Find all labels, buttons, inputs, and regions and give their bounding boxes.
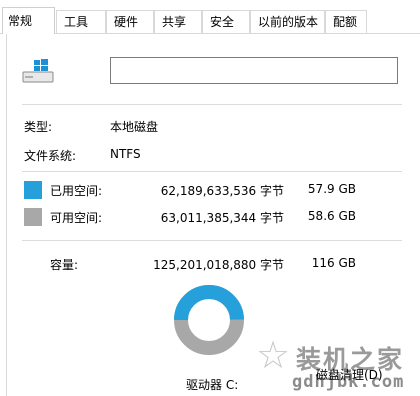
capacity-size: 116 GB <box>311 256 356 270</box>
watermark: ☆ 装机之家 gdhjbk.com <box>252 330 420 396</box>
filesystem-label: 文件系统: <box>24 149 77 163</box>
tab-quota[interactable]: 配额 <box>325 10 367 33</box>
free-space-size: 58.6 GB <box>307 209 356 223</box>
tab-tools[interactable]: 工具 <box>56 10 106 33</box>
free-space-bytes: 63,011,385,344 字节 <box>160 211 284 225</box>
tab-security[interactable]: 安全 <box>202 10 250 33</box>
star-icon: ☆ <box>256 333 291 377</box>
free-space-color-swatch <box>24 208 42 226</box>
used-space-color-swatch <box>24 181 42 199</box>
free-space-label: 可用空间: <box>50 211 103 225</box>
type-value: 本地磁盘 <box>110 120 159 134</box>
windows-drive-icon <box>22 59 54 83</box>
disk-usage-donut-chart <box>174 285 244 355</box>
tab-previous-versions[interactable]: 以前的版本 <box>250 10 325 33</box>
type-label: 类型: <box>24 120 53 134</box>
tab-general[interactable]: 常规 <box>2 7 55 34</box>
used-space-bytes: 62,189,633,536 字节 <box>160 184 284 198</box>
tab-sharing[interactable]: 共享 <box>154 10 202 33</box>
divider-bottom <box>22 240 402 241</box>
disk-cleanup-button[interactable]: 磁盘清理(D) <box>316 366 390 386</box>
divider-top <box>22 104 402 105</box>
capacity-bytes: 125,201,018,880 字节 <box>153 258 284 272</box>
capacity-label: 容量: <box>50 258 79 272</box>
used-space-label: 已用空间: <box>50 184 103 198</box>
filesystem-value: NTFS <box>110 147 141 161</box>
used-space-size: 57.9 GB <box>307 182 356 196</box>
divider-middle <box>22 171 402 172</box>
drive-letter-label: 驱动器 C: <box>186 378 239 392</box>
tab-hardware[interactable]: 硬件 <box>106 10 154 33</box>
tab-bar: 常规 工具 硬件 共享 安全 以前的版本 配额 <box>0 0 420 34</box>
drive-name-input[interactable] <box>110 57 398 84</box>
